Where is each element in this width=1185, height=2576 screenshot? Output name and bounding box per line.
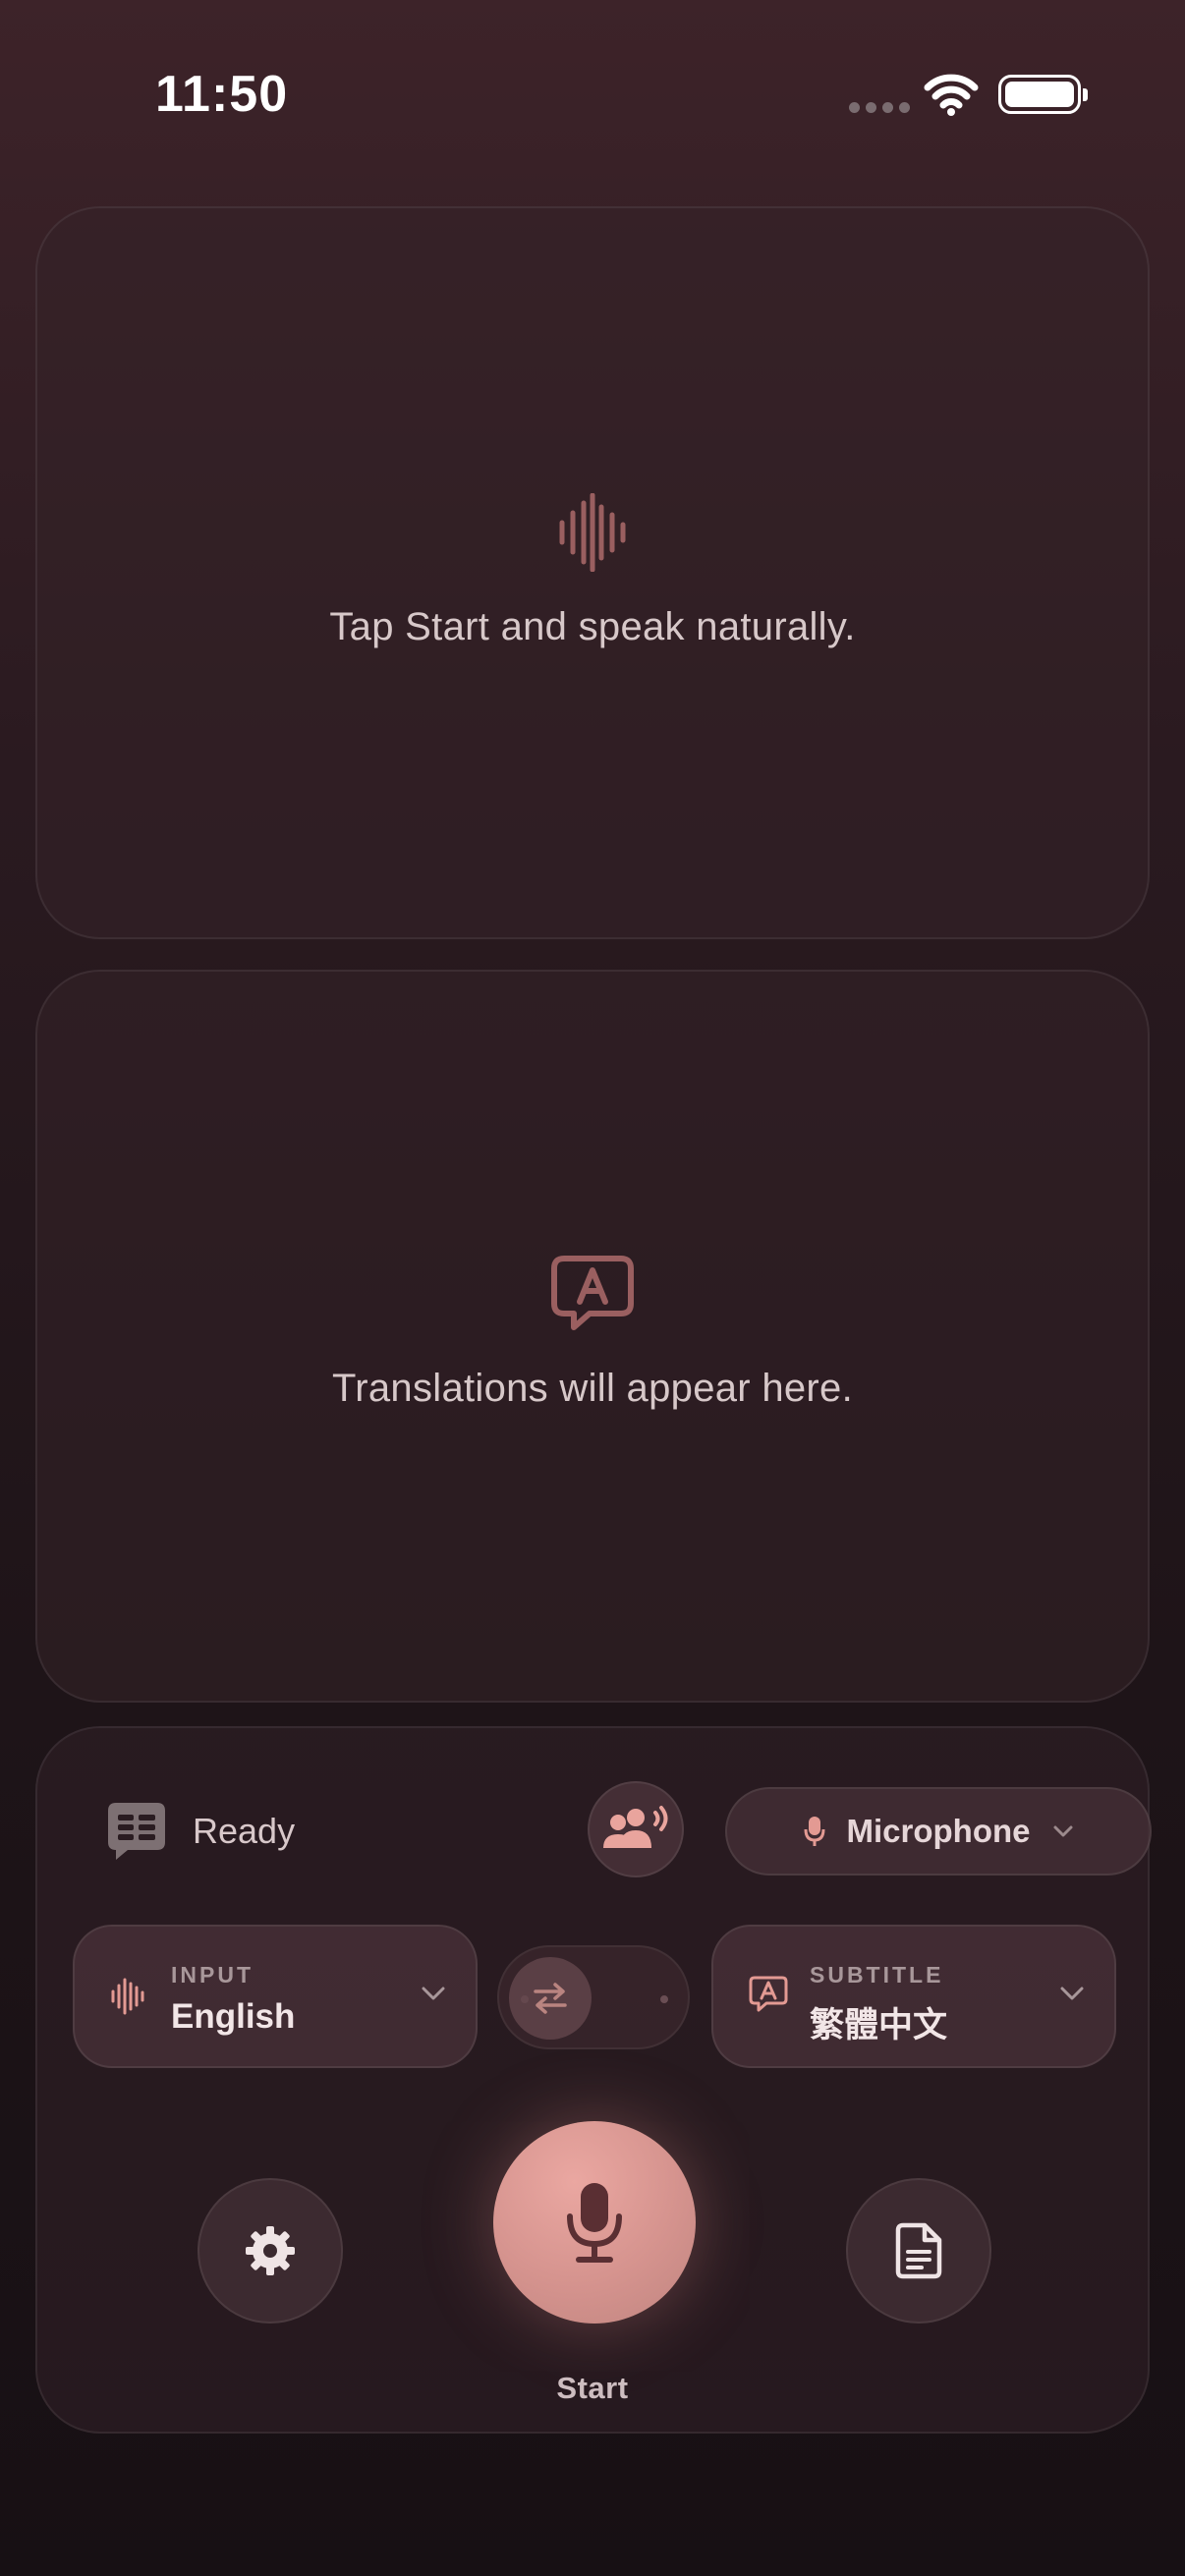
subtitle-language-value: 繁體中文 (810, 2006, 948, 2044)
conversation-mode-button[interactable] (588, 1781, 684, 1877)
swap-arrows-icon (534, 1983, 567, 2014)
controls-panel: Ready Microphone INPUT English SUBTITLE … (35, 1726, 1152, 2434)
translation-panel: Translations will appear here. (35, 970, 1150, 1703)
translation-empty-state: Translations will appear here. (37, 1255, 1148, 1411)
start-button[interactable] (493, 2121, 696, 2324)
microphone-icon (804, 1817, 824, 1846)
settings-button[interactable] (198, 2178, 343, 2324)
subtitle-language-select[interactable]: SUBTITLE 繁體中文 (711, 1925, 1116, 2068)
transcript-empty-state: Tap Start and speak naturally. (37, 493, 1148, 649)
chevron-down-icon (422, 1987, 445, 2000)
swap-languages-toggle[interactable] (497, 1945, 690, 2049)
transcript-panel: Tap Start and speak naturally. (35, 206, 1150, 939)
status-row: Ready Microphone (73, 1781, 1152, 1879)
gear-icon (246, 2226, 295, 2275)
transcript-empty-text: Tap Start and speak naturally. (329, 605, 856, 648)
chevron-down-icon (1053, 1825, 1072, 1837)
microphone-icon (567, 2183, 622, 2263)
translate-bubble-icon (551, 1256, 634, 1330)
captions-icon (108, 1803, 165, 1860)
speaker-group-icon (603, 1806, 668, 1848)
translation-empty-text: Translations will appear here. (332, 1367, 853, 1410)
wifi-icon (924, 74, 979, 116)
status-bar: 11:50 (0, 0, 1185, 187)
input-language-tag: INPUT (171, 1962, 254, 1988)
input-language-value: English (171, 1997, 296, 2036)
audio-source-label: Microphone (846, 1813, 1031, 1849)
swap-knob (509, 1957, 592, 2040)
waveform-icon (111, 1978, 144, 2015)
start-label: Start (556, 2371, 629, 2405)
chevron-down-icon (1060, 1987, 1084, 2000)
status-label: Ready (193, 1811, 296, 1851)
transcript-document-button[interactable] (846, 2178, 991, 2324)
status-time: 11:50 (155, 66, 289, 123)
waveform-icon (559, 493, 626, 572)
cellular-dots-icon (849, 102, 910, 113)
subtitle-language-tag: SUBTITLE (810, 1962, 944, 1988)
document-icon (895, 2222, 942, 2279)
translate-bubble-icon (749, 1976, 788, 2012)
battery-icon (998, 75, 1088, 114)
input-language-select[interactable]: INPUT English (73, 1925, 478, 2068)
audio-source-select[interactable]: Microphone (725, 1787, 1152, 1876)
